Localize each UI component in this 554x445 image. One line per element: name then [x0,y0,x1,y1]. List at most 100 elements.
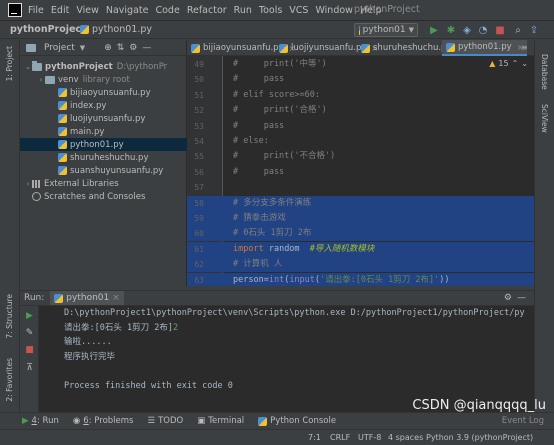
python-file-icon [58,88,67,97]
menu-code[interactable]: Code [155,5,179,16]
tool-tab-favorites[interactable]: 2: Favorites [5,358,14,402]
pycharm-logo-icon [8,3,22,17]
code-line[interactable]: # 0石头 1剪刀 2布 [223,226,534,242]
file-encoding[interactable]: UTF-8 [358,433,381,442]
python-file-icon [361,43,370,53]
code-line[interactable]: import random #导入随机数模块 [223,241,534,257]
tree-item-bijiaoyunsuanfu-py[interactable]: bijiaoyunsuanfu.py [20,86,187,99]
line-number: 49 [194,60,204,69]
tree-item-python01-py[interactable]: python01.py [20,138,187,151]
code-line[interactable]: # print('中等') [223,57,534,72]
code-line[interactable] [223,180,534,195]
tree-item-scratches-and-consoles[interactable]: Scratches and Consoles [20,190,187,203]
menu-window[interactable]: Window [315,5,352,16]
tree-item-pythonproject[interactable]: ⌄ pythonProject D:\pythonPr [20,60,187,73]
run-console-output[interactable]: D:\pythonProject1\pythonProject\venv\Scr… [39,306,534,412]
run-icon[interactable]: ▶ [428,24,440,36]
tree-item-external-libraries[interactable]: › External Libraries [20,177,187,190]
tree-item-venv[interactable]: › venv library root [20,73,187,86]
bottom-tab-terminal[interactable]: ▣ Terminal [197,416,244,426]
code-line[interactable]: # else: [223,134,534,149]
profile-icon[interactable]: ◔ [477,24,489,36]
tree-item-label: suanshuyunsuanfu.py [70,165,164,176]
tree-item-main-py[interactable]: main.py [20,125,187,138]
gutter-selection [187,241,223,257]
caret-position[interactable]: 7:1 [308,433,321,442]
code-line[interactable]: # print('不合格') [223,149,534,164]
chevron-down-icon[interactable]: ⌄ [24,63,32,71]
tool-tab-project[interactable]: 1: Project [5,46,14,81]
chevron-down-icon: ⌄ [521,59,528,68]
code-editor[interactable]: 49505152535455565758596061626364 # print… [187,56,534,286]
console-line: 输啦...... [64,337,112,347]
code-line[interactable]: # pass [223,165,534,180]
menu-tools[interactable]: Tools [259,5,282,16]
code-line[interactable]: # pass [223,72,534,87]
line-number: 50 [194,75,204,85]
indent-setting[interactable]: 4 spaces [388,433,423,442]
chevron-right-icon[interactable]: › [37,76,45,84]
project-panel-title[interactable]: Project [44,43,75,53]
gear-icon[interactable]: ⚙ [129,43,137,53]
rerun-icon[interactable]: ▶ [24,310,35,321]
breadcrumb-file[interactable]: python01.py [80,24,152,35]
code-area[interactable]: # print('中等') # pass # elif score>=60: # pr… [223,56,534,286]
tree-item-label: main.py [70,126,105,137]
tool-tab-structure[interactable]: 7: Structure [5,294,14,339]
code-line[interactable]: # 多分支多条件演练 [223,195,534,211]
locate-icon[interactable]: ⊕ [104,43,112,53]
menu-file[interactable]: File [28,5,44,16]
tree-item-suanshuyunsuanfu-py[interactable]: suanshuyunsuanfu.py [20,164,187,177]
search-icon[interactable]: ⌕ [512,24,524,36]
stop-icon[interactable]: ■ [494,24,506,36]
collapse-all-icon[interactable]: ⇅ [117,43,125,53]
list-icon: ☰ [147,416,156,426]
git-icon[interactable]: ⇪ [528,24,540,36]
minimize-icon[interactable]: — [517,293,526,303]
menu-navigate[interactable]: Navigate [106,5,149,16]
tree-item-luojiyunsuanfu-py[interactable]: luojiyunsuanfu.py [20,112,187,125]
chevron-down-icon: ▼ [408,26,414,34]
code-line[interactable]: # elif score>=60: [223,88,534,103]
tree-item-index-py[interactable]: index.py [20,99,187,112]
coverage-icon[interactable]: ◈ [461,24,473,36]
chevron-right-icon[interactable]: › [24,180,32,188]
code-line[interactable]: # pass [223,119,534,134]
bottom-tool-tabs: ▶ 4: Run ◉ 6: Problems ☰ TODO ▣ Terminal… [0,412,554,429]
bottom-tab-problems[interactable]: ◉ 6: Problems [73,416,134,426]
code-line[interactable]: # 计算机 人 [223,257,534,273]
close-icon[interactable]: × [112,293,120,303]
chevron-down-icon[interactable]: ▼ [80,44,85,52]
code-line[interactable]: # 猜拳击游戏 [223,211,534,226]
tool-tab-database[interactable]: Database [540,54,549,90]
folder-icon [45,75,55,84]
stop-icon[interactable]: ■ [24,344,35,355]
pin-icon[interactable]: ⊼ [24,362,35,373]
bottom-tab-todo[interactable]: ☰ TODO [147,416,183,426]
menu-vcs[interactable]: VCS [289,5,308,16]
editor-tab-python01[interactable]: python01.py × [442,40,528,56]
tool-tab-sciview[interactable]: SciView [540,104,549,133]
menu-run[interactable]: Run [234,5,252,16]
interpreter[interactable]: Python 3.9 (pythonProject) [426,433,533,442]
menu-edit[interactable]: Edit [51,5,69,16]
code-line[interactable]: # print('合格') [223,103,534,118]
inspection-widget[interactable]: ▲ 15 ⌃ ⌄ [489,59,528,68]
menu-refactor[interactable]: Refactor [187,5,227,16]
python-file-icon [58,101,67,110]
run-configuration-select[interactable]: python01 ▼ [354,23,418,37]
debug-icon[interactable]: ✱ [445,24,457,36]
menu-view[interactable]: View [76,5,99,16]
tree-item-hint: D:\pythonPr [116,61,168,72]
minimize-icon[interactable]: — [142,43,151,53]
bottom-tab-python-console[interactable]: Python Console [258,416,336,426]
gear-icon[interactable]: ⚙ [504,293,512,303]
wrench-icon[interactable]: ✎ [24,327,35,338]
tabs-overflow-icon[interactable]: ≡ [521,43,528,52]
bottom-tab-run[interactable]: ▶ 4: Run [22,416,59,426]
run-tab-python01[interactable]: python01 × [50,291,124,305]
event-log-button[interactable]: Event Log [502,416,544,426]
tree-item-shuruheshuchu-py[interactable]: shuruheshuchu.py [20,151,187,164]
line-separator[interactable]: CRLF [330,433,350,442]
code-line[interactable]: person=int(input('请出拳:[0石头 1剪刀 2布]')) [223,272,534,286]
